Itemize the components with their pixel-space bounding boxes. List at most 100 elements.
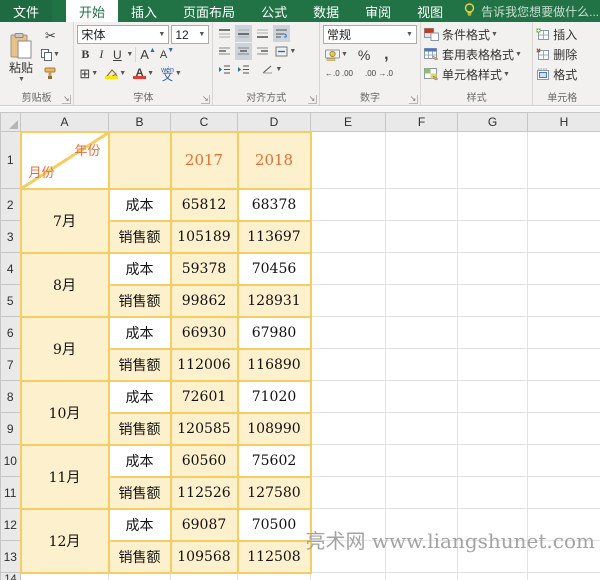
row-header[interactable]: 3	[1, 221, 21, 253]
cell[interactable]	[458, 413, 528, 445]
cell[interactable]	[528, 477, 600, 509]
phonetic-guide-button[interactable]: wén 文 ▼	[159, 65, 184, 82]
column-header-g[interactable]: G	[458, 113, 528, 132]
cost-2017-cell[interactable]: 60560	[171, 445, 238, 477]
cell[interactable]	[386, 413, 458, 445]
cell[interactable]	[311, 285, 386, 317]
cost-label-cell[interactable]: 成本	[109, 445, 171, 477]
sales-label-cell[interactable]: 销售额	[109, 413, 171, 445]
cell[interactable]	[458, 221, 528, 253]
tab-page-layout[interactable]: 页面布局	[170, 0, 248, 22]
paste-button[interactable]: 粘贴 ▼	[3, 25, 39, 91]
cost-2018-cell[interactable]: 75602	[238, 445, 311, 477]
cell[interactable]	[21, 573, 109, 580]
sales-2018-cell[interactable]: 127580	[238, 477, 311, 509]
orientation-button[interactable]: ▼	[260, 61, 284, 78]
sales-label-cell[interactable]: 销售额	[109, 477, 171, 509]
cell[interactable]	[458, 132, 528, 189]
sales-2018-cell[interactable]: 116890	[238, 349, 311, 381]
sales-2018-cell[interactable]: 113697	[238, 221, 311, 253]
cost-label-cell[interactable]: 成本	[109, 253, 171, 285]
row-header[interactable]: 2	[1, 189, 21, 221]
column-header-h[interactable]: H	[528, 113, 600, 132]
cell[interactable]	[458, 317, 528, 349]
sales-2018-cell[interactable]: 112508	[238, 541, 311, 573]
borders-button[interactable]: ⊞▼	[77, 65, 100, 82]
sales-label-cell[interactable]: 销售额	[109, 541, 171, 573]
middle-align-button[interactable]	[235, 25, 252, 42]
cost-2017-cell[interactable]: 66930	[171, 317, 238, 349]
format-cells-button[interactable]: 格式	[536, 66, 597, 83]
bold-button[interactable]: B	[77, 46, 93, 63]
cell-b1[interactable]	[109, 132, 171, 189]
italic-button[interactable]: I	[93, 46, 109, 63]
align-center-button[interactable]	[235, 43, 252, 60]
cell[interactable]	[528, 253, 600, 285]
cell[interactable]	[458, 349, 528, 381]
tab-data[interactable]: 数据	[300, 0, 352, 22]
cell[interactable]	[386, 477, 458, 509]
cell[interactable]	[528, 445, 600, 477]
cost-2017-cell[interactable]: 65812	[171, 189, 238, 221]
cell[interactable]	[386, 132, 458, 189]
cost-label-cell[interactable]: 成本	[109, 381, 171, 413]
cost-label-cell[interactable]: 成本	[109, 509, 171, 541]
cost-2017-cell[interactable]: 69087	[171, 509, 238, 541]
grow-font-button[interactable]: A▲	[138, 46, 158, 63]
underline-button[interactable]: U	[109, 46, 125, 63]
cell[interactable]	[528, 381, 600, 413]
format-as-table-button[interactable]: 套用表格格式 ▼	[424, 46, 529, 63]
cell-a1-diagonal-header[interactable]: 年份 月份	[21, 132, 109, 189]
cell[interactable]	[528, 317, 600, 349]
insert-cells-button[interactable]: 插入	[536, 26, 597, 43]
column-header-a[interactable]: A	[21, 113, 109, 132]
font-color-button[interactable]: A ▼	[131, 65, 156, 82]
cell-d1-year-2018[interactable]: 2018	[238, 132, 311, 189]
month-cell[interactable]: 12月	[21, 509, 109, 573]
cell[interactable]	[386, 381, 458, 413]
tab-insert[interactable]: 插入	[118, 0, 170, 22]
cell[interactable]	[311, 445, 386, 477]
row-header[interactable]: 5	[1, 285, 21, 317]
cost-label-cell[interactable]: 成本	[109, 317, 171, 349]
row-header[interactable]: 9	[1, 413, 21, 445]
row-header[interactable]: 1	[1, 132, 21, 189]
row-header[interactable]: 14	[1, 573, 21, 580]
cell[interactable]	[458, 253, 528, 285]
cost-2018-cell[interactable]: 71020	[238, 381, 311, 413]
tab-home[interactable]: 开始	[66, 0, 118, 22]
row-header[interactable]: 4	[1, 253, 21, 285]
row-header[interactable]: 6	[1, 317, 21, 349]
delete-cells-button[interactable]: 删除	[536, 46, 597, 63]
cell-c1-year-2017[interactable]: 2017	[171, 132, 238, 189]
cell[interactable]	[311, 477, 386, 509]
decrease-indent-button[interactable]	[216, 61, 233, 78]
row-header[interactable]: 13	[1, 541, 21, 573]
tab-view[interactable]: 视图	[404, 0, 456, 22]
cell[interactable]	[386, 317, 458, 349]
cell[interactable]	[311, 573, 386, 580]
cell[interactable]	[528, 285, 600, 317]
align-right-button[interactable]	[254, 43, 271, 60]
alignment-dialog-launcher[interactable]: ↘	[308, 95, 317, 104]
bottom-align-button[interactable]	[254, 25, 271, 42]
cell[interactable]	[311, 317, 386, 349]
cell[interactable]	[528, 132, 600, 189]
increase-decimal-button[interactable]: ←.0 .00	[323, 65, 355, 82]
cell[interactable]	[458, 285, 528, 317]
cell[interactable]	[386, 573, 458, 580]
increase-indent-button[interactable]	[235, 61, 252, 78]
sales-2017-cell[interactable]: 99862	[171, 285, 238, 317]
cell[interactable]	[458, 189, 528, 221]
fill-color-button[interactable]: ▼	[103, 65, 128, 82]
cost-2017-cell[interactable]: 59378	[171, 253, 238, 285]
month-cell[interactable]: 11月	[21, 445, 109, 509]
align-left-button[interactable]	[216, 43, 233, 60]
cost-2018-cell[interactable]: 67980	[238, 317, 311, 349]
decrease-decimal-button[interactable]: .00 →.0	[363, 65, 395, 82]
shrink-font-button[interactable]: A▼	[158, 46, 176, 63]
month-cell[interactable]: 8月	[21, 253, 109, 317]
month-cell[interactable]: 7月	[21, 189, 109, 253]
cell[interactable]	[311, 349, 386, 381]
column-header-b[interactable]: B	[109, 113, 171, 132]
